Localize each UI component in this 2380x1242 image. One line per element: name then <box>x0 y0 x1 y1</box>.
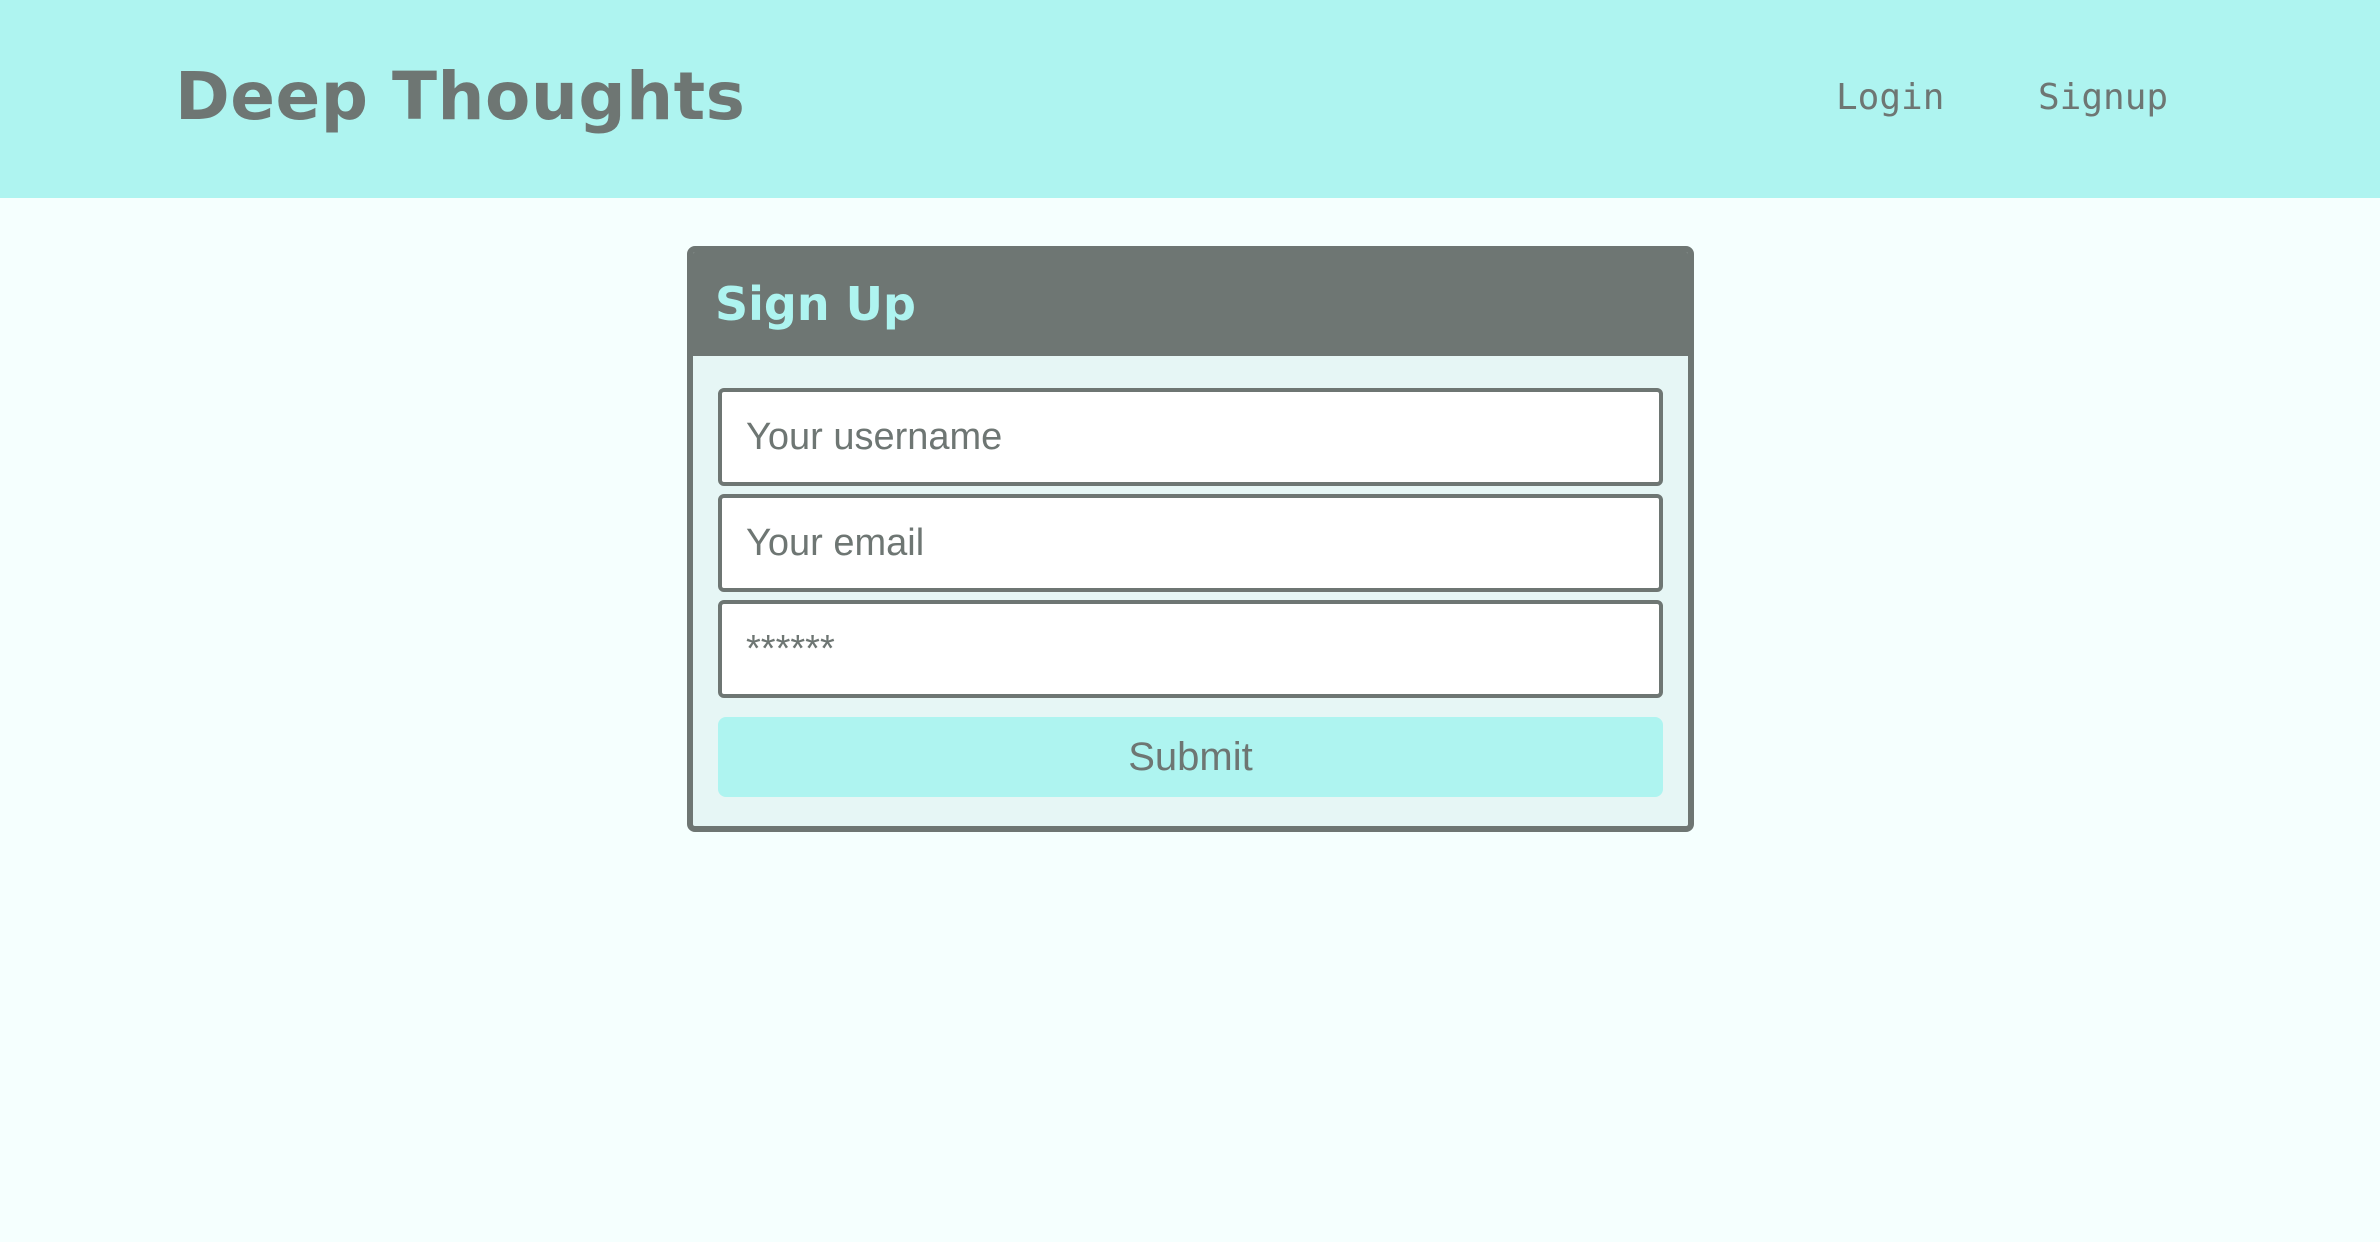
submit-button[interactable]: Submit <box>718 717 1663 797</box>
site-header: Deep Thoughts Login Signup <box>0 0 2380 198</box>
nav-signup-link[interactable]: Signup <box>2038 70 2168 126</box>
signup-card-header: Sign Up <box>693 252 1688 356</box>
email-input[interactable] <box>718 494 1663 592</box>
password-input[interactable] <box>718 600 1663 698</box>
site-title[interactable]: Deep Thoughts <box>175 52 745 142</box>
nav-login-link[interactable]: Login <box>1836 70 1944 126</box>
signup-title: Sign Up <box>715 277 916 331</box>
signup-card: Sign Up Submit <box>687 246 1694 832</box>
username-input[interactable] <box>718 388 1663 486</box>
